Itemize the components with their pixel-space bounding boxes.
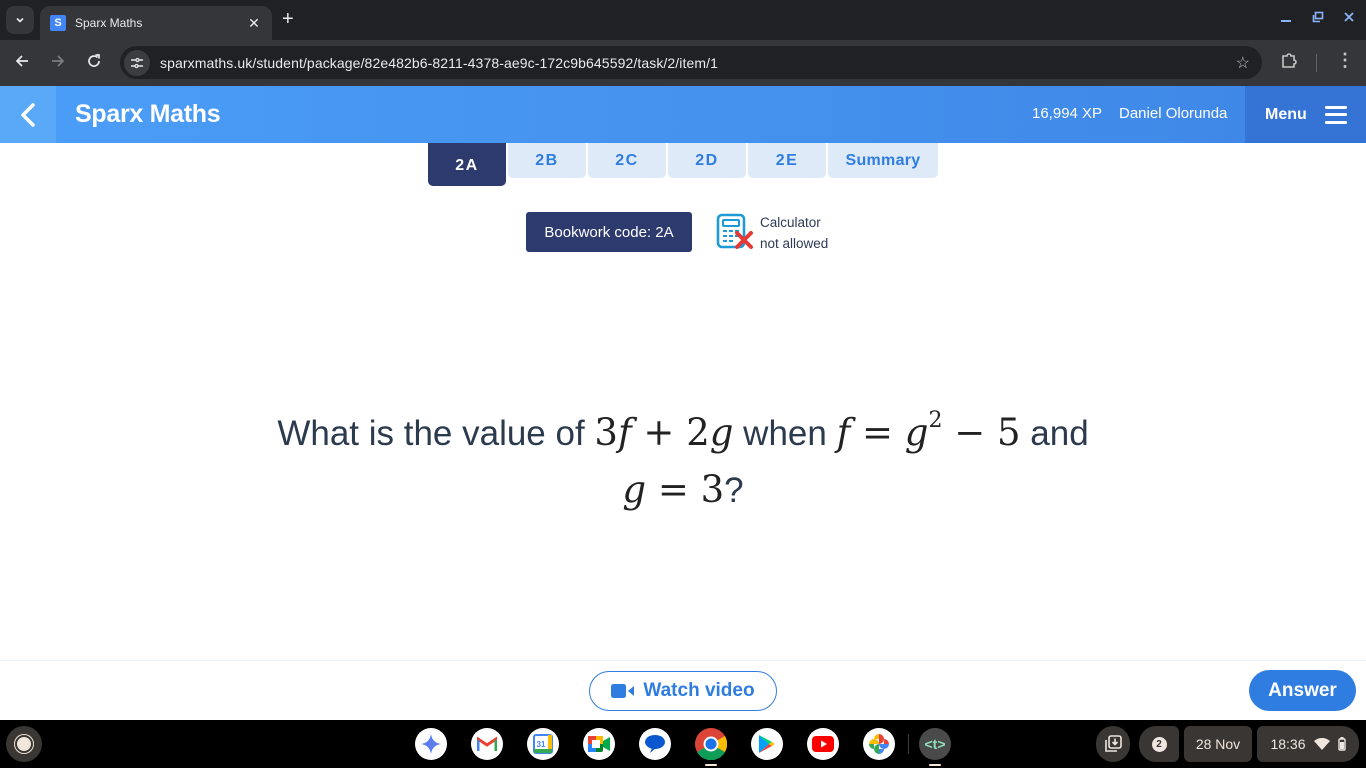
holding-space-button[interactable] — [1096, 726, 1130, 762]
extensions-button[interactable] — [1280, 52, 1298, 75]
date-tray[interactable]: 28 Nov — [1184, 726, 1252, 762]
puzzle-icon — [1282, 53, 1297, 68]
toolbar-divider — [1316, 54, 1317, 72]
minimize-icon[interactable] — [1280, 10, 1292, 26]
browser-toolbar: sparxmaths.uk/student/package/82e482b6-8… — [0, 40, 1366, 86]
task-tab-2e[interactable]: 2E — [748, 143, 826, 178]
svg-text:31: 31 — [537, 740, 546, 749]
app-back-button[interactable] — [0, 86, 56, 143]
question-and: and — [1020, 414, 1089, 453]
math-equation-g: g = 3 — [622, 468, 725, 511]
meet-app-icon[interactable] — [583, 728, 615, 760]
math-equation-f: f = g2 − 5 — [836, 408, 1021, 455]
tune-icon — [131, 57, 143, 68]
chevron-down-icon — [16, 17, 24, 23]
launcher-icon — [17, 737, 31, 751]
chevron-left-icon — [21, 102, 35, 127]
task-tabs: 2A 2B 2C 2D 2E Summary — [428, 143, 938, 186]
calculator-not-allowed-label: not allowed — [760, 236, 829, 251]
notifications-button[interactable]: 2 — [1139, 726, 1179, 762]
brand-logo-text[interactable]: Sparx Maths — [75, 100, 221, 129]
footer-divider — [0, 660, 1366, 661]
user-name: Daniel Olorunda — [1119, 105, 1228, 122]
question-when: when — [733, 414, 837, 453]
question-text: What is the value of 3f + 2g when f = g2… — [150, 405, 1216, 519]
address-bar[interactable]: sparxmaths.uk/student/package/82e482b6-8… — [120, 46, 1262, 79]
text-app-icon[interactable]: <t> — [919, 728, 951, 760]
browser-tab[interactable]: S Sparx Maths ✕ — [40, 6, 272, 40]
os-shelf: 31 <t> 2 28 Nov 18:36 — [0, 720, 1366, 768]
chrome-app-icon[interactable] — [695, 728, 727, 760]
text-running-indicator — [929, 764, 941, 766]
gmail-app-icon[interactable] — [471, 728, 503, 760]
close-tab-icon[interactable]: ✕ — [246, 15, 262, 32]
task-tab-2d[interactable]: 2D — [668, 143, 746, 178]
back-button[interactable] — [14, 53, 30, 73]
shelf-separator — [908, 734, 909, 754]
reload-icon — [88, 54, 100, 67]
menu-label: Menu — [1265, 105, 1307, 123]
hamburger-icon — [1324, 105, 1347, 124]
watch-video-label: Watch video — [643, 680, 755, 701]
youtube-app-icon[interactable] — [807, 728, 839, 760]
arrow-left-icon — [15, 55, 28, 67]
forward-button[interactable] — [50, 53, 66, 73]
downloads-tray-icon — [1105, 735, 1122, 752]
status-tray[interactable]: 18:36 — [1257, 726, 1359, 762]
arrow-right-icon — [52, 55, 65, 67]
messages-app-icon[interactable] — [639, 728, 671, 760]
close-window-icon[interactable] — [1343, 10, 1355, 26]
new-tab-button[interactable]: + — [282, 9, 294, 29]
play-store-app-icon[interactable] — [751, 728, 783, 760]
tab-title: Sparx Maths — [75, 16, 143, 30]
calculator-label: Calculator — [760, 215, 821, 230]
xp-counter: 16,994 XP — [1032, 105, 1103, 122]
restore-icon[interactable] — [1312, 10, 1324, 26]
calendar-app-icon[interactable]: 31 — [527, 728, 559, 760]
browser-menu-kebab-icon[interactable]: ⋮ — [1336, 50, 1354, 71]
menu-button[interactable]: Menu — [1245, 86, 1366, 143]
sparx-favicon: S — [50, 15, 66, 31]
app-header: Sparx Maths 16,994 XP Daniel Olorunda Me… — [0, 86, 1366, 143]
bookmark-star-icon[interactable]: ☆ — [1236, 53, 1250, 73]
reload-button[interactable] — [86, 53, 102, 73]
wifi-icon — [1313, 738, 1330, 750]
url-text[interactable]: sparxmaths.uk/student/package/82e482b6-8… — [160, 55, 1236, 71]
gemini-app-icon[interactable] — [415, 728, 447, 760]
task-tab-summary[interactable]: Summary — [828, 143, 938, 178]
chrome-running-indicator — [705, 764, 717, 766]
tab-search-button[interactable] — [6, 6, 34, 34]
browser-tabstrip: S Sparx Maths ✕ + — [0, 0, 1366, 40]
task-tab-2a[interactable]: 2A — [428, 143, 506, 186]
question-prefix: What is the value of — [277, 414, 595, 453]
battery-icon — [1337, 737, 1346, 751]
site-info-button[interactable] — [124, 49, 150, 76]
video-camera-icon — [611, 684, 635, 698]
notification-count-badge: 2 — [1151, 736, 1167, 752]
bookwork-code-badge: Bookwork code: 2A — [526, 212, 692, 252]
calculator-not-allowed-icon — [716, 213, 753, 249]
task-tab-2b[interactable]: 2B — [508, 143, 586, 178]
calculator-status: Calculator not allowed — [760, 212, 828, 254]
launcher-button[interactable] — [6, 726, 42, 762]
task-tab-2c[interactable]: 2C — [588, 143, 666, 178]
clock: 18:36 — [1270, 736, 1306, 752]
question-mark: ? — [724, 471, 744, 510]
watch-video-button[interactable]: Watch video — [589, 671, 777, 711]
answer-button[interactable]: Answer — [1249, 670, 1356, 711]
photos-app-icon[interactable] — [863, 728, 895, 760]
math-expression: 3f + 2g — [594, 411, 734, 454]
